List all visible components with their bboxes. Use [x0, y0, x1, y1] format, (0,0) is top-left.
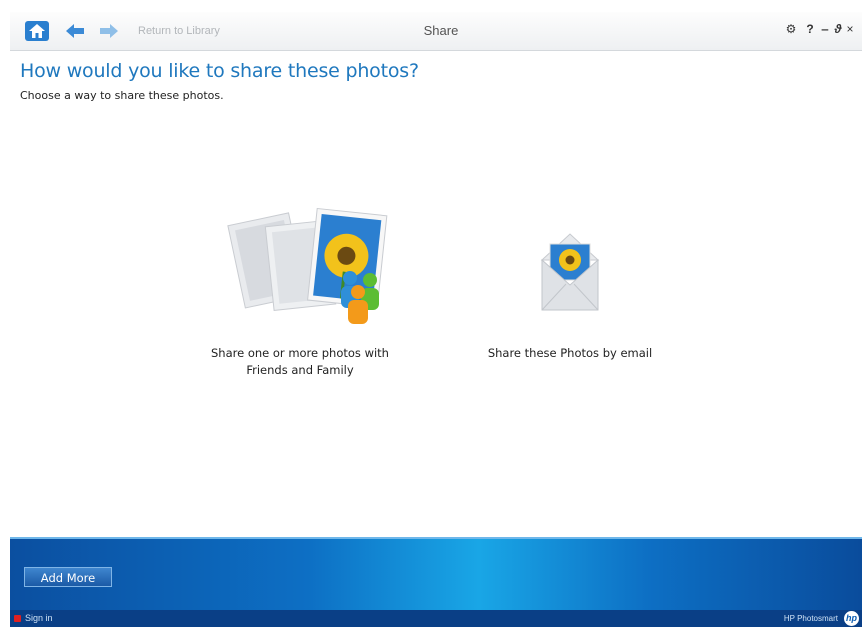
sign-in-status-icon — [14, 615, 21, 622]
hp-logo-icon: hp — [844, 611, 859, 626]
sign-in-label: Sign in — [25, 613, 53, 623]
share-email-label: Share these Photos by email — [487, 346, 653, 360]
help-button[interactable]: ? — [802, 22, 818, 36]
brand-label: HP Photosmart — [783, 614, 838, 623]
close-button[interactable]: × — [844, 22, 856, 36]
window-frame-edge — [0, 0, 10, 627]
add-more-button[interactable]: Add More — [24, 567, 112, 587]
minimize-button[interactable]: ‒ — [818, 22, 832, 36]
status-bar: Sign in HP Photosmart hp — [10, 610, 862, 627]
window-controls: ⚙ ? ‒ ϑ × — [780, 22, 856, 36]
share-friends-label: Share one or more photos with Friends an… — [211, 346, 389, 377]
bottom-action-bar: Add More — [10, 537, 862, 612]
window-title: Share — [423, 23, 459, 38]
page-subtitle: Choose a way to share these photos. — [20, 89, 224, 102]
title-bar: Return to Library Share ⚙ ? ‒ ϑ × — [10, 12, 862, 51]
page-title: How would you like to share these photos… — [20, 60, 419, 82]
share-friends-option[interactable]: Share one or more photos with Friends an… — [200, 200, 400, 390]
share-friends-icon — [227, 207, 388, 324]
settings-gear-icon[interactable]: ⚙ — [780, 22, 802, 36]
share-email-option[interactable]: Share these Photos by email — [470, 230, 670, 390]
maximize-button[interactable]: ϑ — [832, 22, 844, 36]
sign-in-link[interactable]: Sign in — [14, 613, 53, 623]
email-envelope-icon — [540, 233, 600, 311]
